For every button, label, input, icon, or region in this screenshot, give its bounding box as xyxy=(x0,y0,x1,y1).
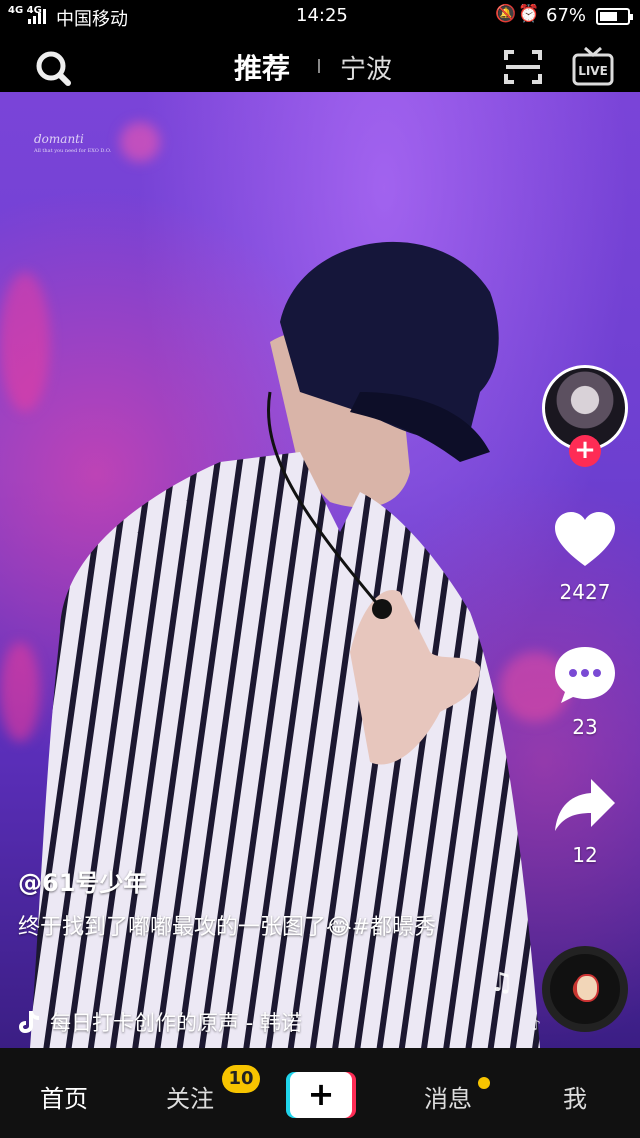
alarm-icon: ⏰ xyxy=(518,4,540,24)
create-button[interactable]: + xyxy=(286,1072,356,1118)
music-disc[interactable] xyxy=(542,946,628,1032)
comment-action: 23 xyxy=(540,645,630,739)
following-badge: 10 xyxy=(222,1065,260,1093)
share-count: 12 xyxy=(572,843,598,867)
signal-icon xyxy=(28,8,46,24)
messages-dot xyxy=(478,1077,490,1089)
bottom-nav: 首页 关注 10 + 消息 我 xyxy=(0,1048,640,1138)
heart-icon[interactable] xyxy=(553,510,617,570)
scan-icon[interactable] xyxy=(504,50,542,84)
nav-me[interactable]: 我 xyxy=(563,1079,587,1114)
top-nav: 推荐 宁波 LIVE xyxy=(0,34,640,92)
follow-button[interactable]: + xyxy=(569,435,601,467)
plus-icon: + xyxy=(290,1072,352,1118)
like-action: 2427 xyxy=(540,510,630,604)
floating-music-note-icon: ♫ xyxy=(490,968,514,998)
nav-home[interactable]: 首页 xyxy=(40,1079,88,1114)
tiktok-note-icon xyxy=(19,1011,39,1033)
tab-divider xyxy=(318,59,320,73)
tab-recommend[interactable]: 推荐 xyxy=(234,47,290,87)
post-description: 终于找到了嘟嘟最攻的一张图了😂#都暻秀 xyxy=(18,915,437,940)
nav-following[interactable]: 关注 xyxy=(166,1079,214,1114)
floating-music-note-icon: ♪ xyxy=(532,1018,541,1034)
author-avatar-wrap: + xyxy=(542,365,628,467)
battery-percent: 67% xyxy=(546,5,587,26)
live-icon[interactable]: LIVE xyxy=(572,46,614,86)
music-info[interactable]: 每日打卡创作的原声 - 韩诺 xyxy=(18,1007,518,1037)
live-label: LIVE xyxy=(578,64,608,78)
search-icon[interactable] xyxy=(34,49,72,87)
tab-city[interactable]: 宁波 xyxy=(340,49,392,86)
share-action: 12 xyxy=(540,777,630,867)
status-bar: 4G 4G 中国移动 14:25 🔕 ⏰ 67% xyxy=(0,0,640,34)
share-arrow-icon[interactable] xyxy=(553,777,617,833)
like-count: 2427 xyxy=(559,580,611,604)
status-time: 14:25 xyxy=(296,5,348,26)
mute-bell-icon: 🔕 xyxy=(495,4,517,24)
comment-icon[interactable] xyxy=(553,645,617,705)
comment-count: 23 xyxy=(572,715,598,739)
carrier-name: 中国移动 xyxy=(56,9,128,30)
battery-icon xyxy=(596,8,633,25)
author-name[interactable]: @61号少年 xyxy=(18,863,518,898)
music-title: 每日打卡创作的原声 - 韩诺 xyxy=(50,1011,302,1035)
nav-messages[interactable]: 消息 xyxy=(424,1079,472,1114)
